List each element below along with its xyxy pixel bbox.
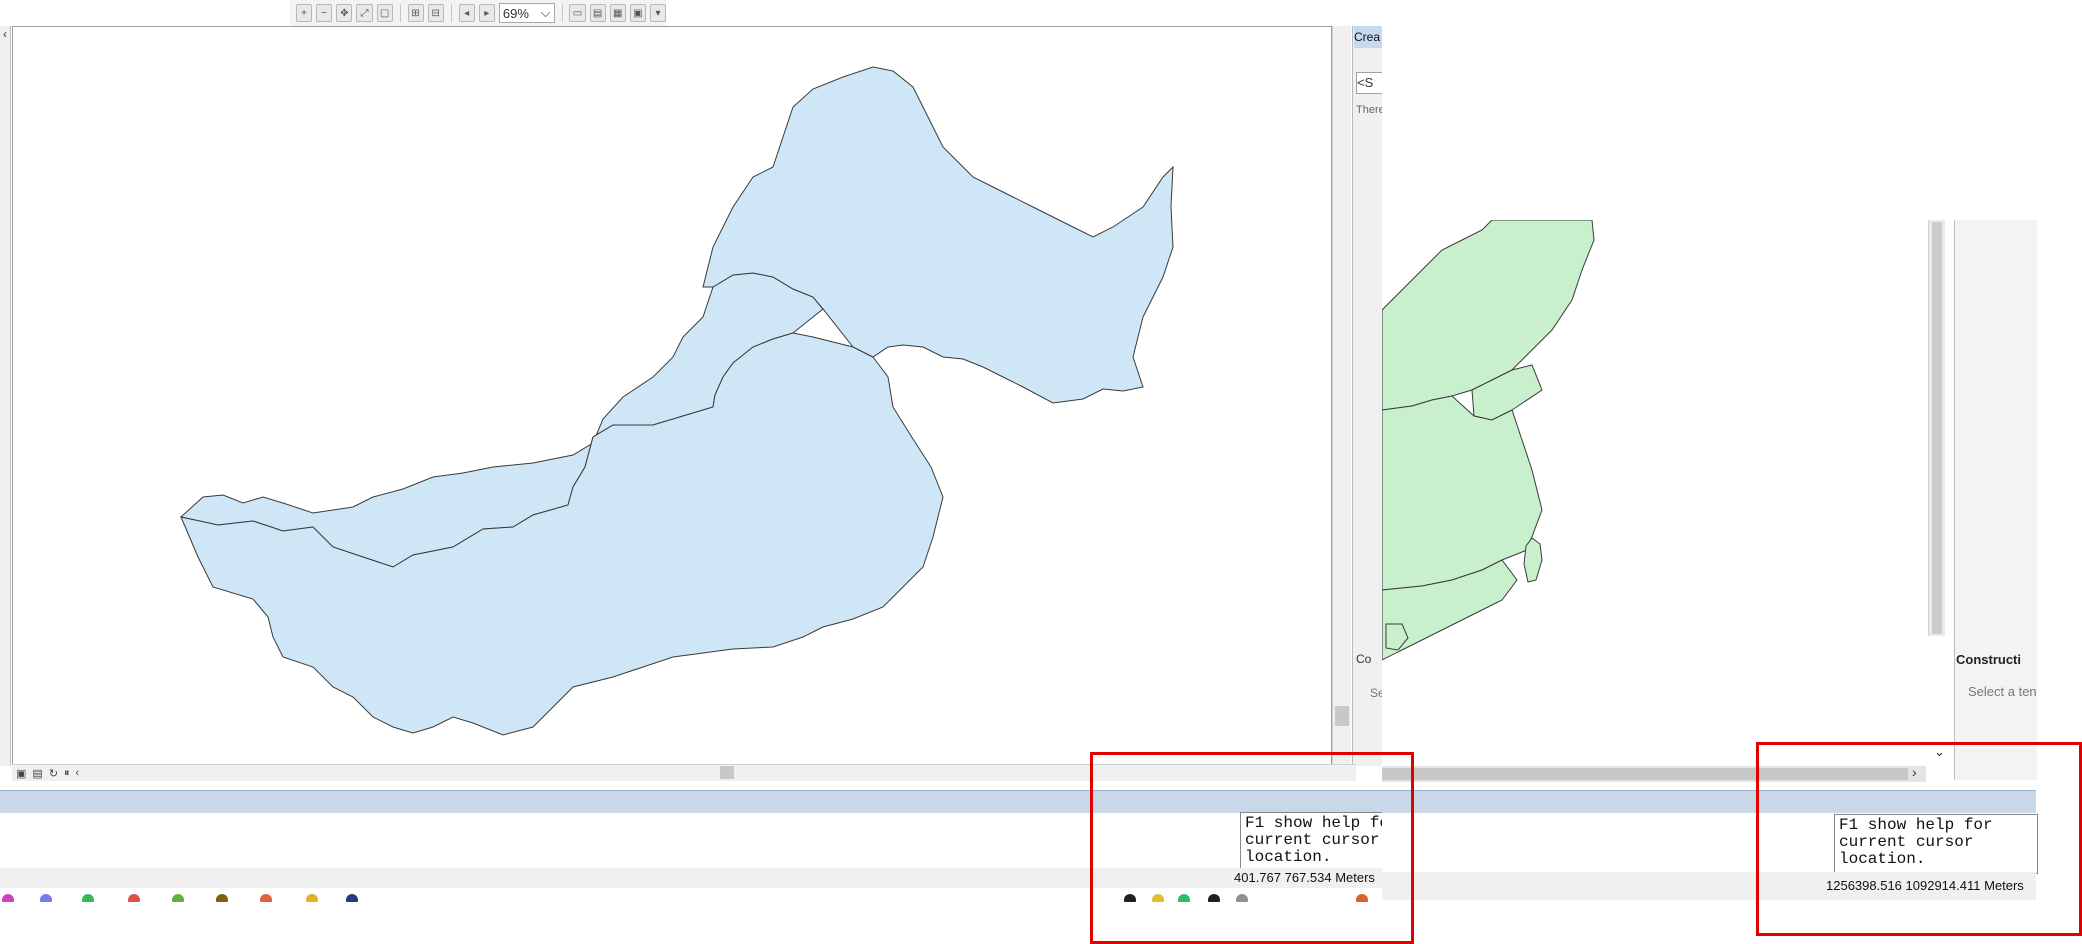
template-search-input[interactable]: <S [1356, 72, 1384, 94]
zoom-in-icon[interactable]: + [296, 4, 313, 22]
zoom-100-icon[interactable]: ⊟ [427, 4, 444, 22]
region-polygon-central[interactable] [180, 332, 944, 736]
toolbar-separator [399, 4, 401, 22]
app-icon[interactable] [260, 894, 272, 902]
app-icon[interactable] [172, 894, 184, 902]
app-icon[interactable] [346, 894, 358, 902]
zoom-value: 69% [502, 5, 529, 21]
layout-toolbar: + − ✥ ⤢ ▢ ⊞ ⊟ ◂ ▸ 69% ⌵ ▭ ▤ ▦ ▣ ▾ [290, 0, 667, 27]
pause-drawing-icon[interactable]: ⏸ [64, 767, 70, 780]
highlight-box-right [1756, 742, 2082, 936]
scroll-thumb[interactable] [1335, 706, 1349, 726]
app-icon[interactable] [128, 894, 140, 902]
app-icon[interactable] [82, 894, 94, 902]
zoom-out-icon[interactable]: − [316, 4, 333, 22]
fixed-zoom-icon[interactable]: ▢ [376, 4, 393, 22]
layout-view-icon[interactable]: ▣ [16, 767, 26, 780]
east-china-map-svg [1381, 219, 1595, 661]
app-icon[interactable] [306, 894, 318, 902]
scroll-thumb[interactable] [1932, 222, 1942, 634]
focus-data-frame-icon[interactable]: ▤ [589, 4, 606, 22]
app-icon[interactable] [2, 894, 14, 902]
app-icon[interactable] [216, 894, 228, 902]
province-polygon-central[interactable] [1381, 395, 1543, 591]
app-icon[interactable] [40, 894, 52, 902]
scroll-left-icon[interactable]: ‹ [76, 767, 80, 779]
refresh-icon[interactable]: ↻ [49, 767, 58, 780]
data-view-icon[interactable]: ▤ [32, 767, 42, 780]
construction-tools-title: Constructi [1956, 652, 2021, 667]
construction-tools-title: Co [1356, 652, 1372, 666]
horizontal-scroll-thumb[interactable] [720, 766, 734, 779]
toolbar-options-icon[interactable]: ▾ [649, 4, 667, 22]
toolbar-separator [561, 4, 563, 22]
toolbar-separator [450, 4, 452, 22]
highlight-box-left [1090, 752, 1414, 944]
data-driven-pages-icon[interactable]: ▣ [629, 4, 646, 22]
forward-extent-icon[interactable]: ▸ [478, 4, 495, 22]
province-polygon-taiwan[interactable] [1523, 537, 1543, 583]
construction-tools-message: Select a ten [1968, 684, 2036, 699]
collapse-left-chevron-icon[interactable]: ‹ [0, 26, 10, 42]
zoom-percent-select[interactable]: 69% ⌵ [498, 3, 555, 23]
full-extent-icon[interactable]: ⤢ [356, 4, 373, 22]
left-dock-tab[interactable] [0, 26, 11, 766]
pane-message: There [1356, 104, 1382, 116]
zoom-whole-page-icon[interactable]: ⊞ [407, 4, 424, 22]
pan-icon[interactable]: ✥ [336, 4, 353, 22]
toggle-draft-mode-icon[interactable]: ▭ [569, 4, 586, 22]
inner-mongolia-map [179, 66, 1174, 736]
construction-tools-message: Se [1370, 686, 1382, 700]
pane-title: Crea [1354, 26, 1382, 48]
map-data-frame[interactable] [12, 26, 1332, 766]
china-provinces-map[interactable] [1381, 219, 1928, 766]
map-vertical-scrollbar[interactable] [1332, 26, 1351, 764]
change-layout-icon[interactable]: ▦ [609, 4, 626, 22]
back-extent-icon[interactable]: ◂ [458, 4, 475, 22]
chevron-down-icon: ⌵ [540, 5, 551, 20]
